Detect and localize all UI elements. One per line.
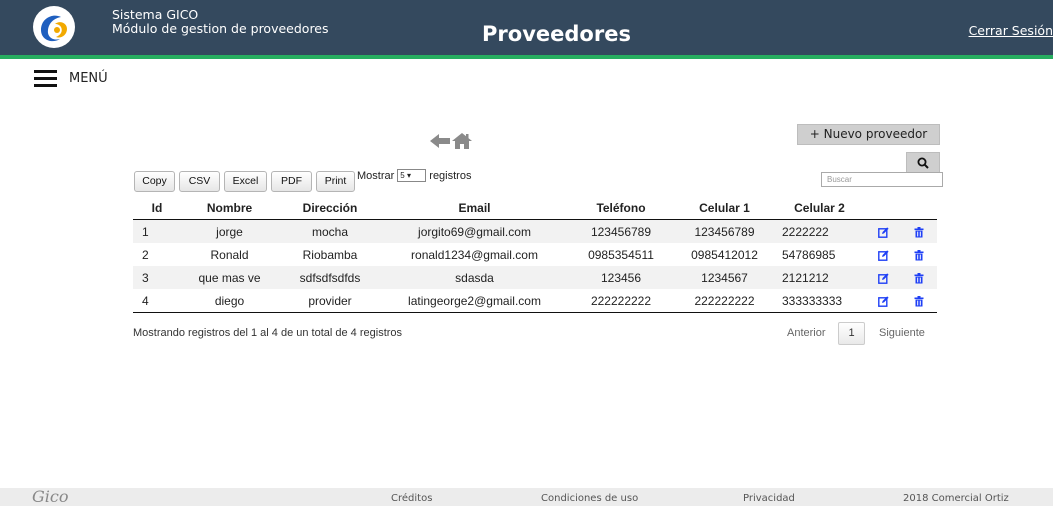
show-suffix: registros <box>429 169 472 182</box>
edit-cell <box>865 243 901 266</box>
table-row: 3 que mas ve sdfsdfsdfds sdasda 123456 1… <box>133 266 937 289</box>
column-header-id[interactable]: Id <box>133 197 181 220</box>
edit-icon[interactable] <box>877 250 889 261</box>
page-length-control: Mostrar 5 ▾ registros <box>357 169 471 182</box>
cell-celular-2: 333333333 <box>774 289 865 313</box>
edit-icon[interactable] <box>877 227 889 238</box>
cell-nombre: Ronald <box>210 247 249 262</box>
cell-email: jorgito69@gmail.com <box>382 219 567 243</box>
top-header: Sistema GICO Módulo de gestion de provee… <box>0 0 1053 59</box>
footer-credits-link[interactable]: Créditos <box>391 493 432 504</box>
excel-button[interactable]: Excel <box>224 171 267 192</box>
show-prefix: Mostrar <box>357 169 395 182</box>
delete-cell <box>901 289 937 313</box>
cell-celular-2: 2222222 <box>774 219 865 243</box>
cell-nombre: que mas ve <box>181 266 278 289</box>
footer-terms-link[interactable]: Condiciones de uso <box>541 493 638 504</box>
new-provider-button[interactable]: + Nuevo proveedor <box>797 124 940 145</box>
table-info: Mostrando registros del 1 al 4 de un tot… <box>133 327 403 339</box>
column-header-direccion[interactable]: Dirección <box>278 197 382 220</box>
cell-direccion: provider <box>278 289 382 313</box>
search-button[interactable] <box>906 152 940 173</box>
edit-cell <box>865 266 901 289</box>
trash-icon[interactable] <box>914 226 924 238</box>
back-arrow-icon <box>430 134 450 148</box>
cell-nombre: jorge <box>181 219 278 243</box>
cell-celular-2: 54786985 <box>782 247 836 262</box>
column-header-edit <box>865 197 901 220</box>
providers-table: Id Nombre Dirección Email Teléfono Celul… <box>133 197 937 313</box>
cell-direccion: Riobamba <box>302 247 358 262</box>
cell-direccion: mocha <box>278 219 382 243</box>
cell-email: latingeorge2@gmail.com <box>382 289 567 313</box>
print-button[interactable]: Print <box>316 171 355 192</box>
cell-email: sdasda <box>382 266 567 289</box>
delete-cell <box>901 266 937 289</box>
column-header-telefono[interactable]: Teléfono <box>567 197 675 220</box>
search-icon <box>917 157 929 169</box>
column-header-celular-1[interactable]: Celular 1 <box>675 197 774 220</box>
cell-celular-1: 123456789 <box>675 219 774 243</box>
cell-celular-2: 2121212 <box>774 266 865 289</box>
cell-id: 2 <box>142 247 149 262</box>
table-header-row: Id Nombre Dirección Email Teléfono Celul… <box>133 197 937 220</box>
cell-id: 1 <box>133 219 181 243</box>
cell-email: ronald1234@gmail.com <box>411 247 538 262</box>
column-header-celular-2[interactable]: Celular 2 <box>774 197 865 220</box>
cell-celular-1: 1234567 <box>675 266 774 289</box>
footer: Gico Créditos Condiciones de uso Privaci… <box>0 487 1053 506</box>
cell-telefono: 123456789 <box>567 219 675 243</box>
cell-celular-1: 222222222 <box>675 289 774 313</box>
logout-link[interactable]: Cerrar Sesión <box>969 23 1053 38</box>
pdf-button[interactable]: PDF <box>271 171 312 192</box>
footer-copyright: 2018 Comercial Ortiz <box>903 493 1009 504</box>
column-header-delete <box>901 197 937 220</box>
cell-nombre: diego <box>181 289 278 313</box>
copy-button[interactable]: Copy <box>134 171 175 192</box>
footer-logo: Gico <box>32 487 69 506</box>
cell-telefono: 123456 <box>567 266 675 289</box>
chevron-down-icon: ▾ <box>406 171 411 180</box>
menu-toggle[interactable]: MENÚ <box>34 70 108 87</box>
trash-icon[interactable] <box>914 249 924 261</box>
cell-direccion: sdfsdfsdfds <box>278 266 382 289</box>
table-row: 4 diego provider latingeorge2@gmail.com … <box>133 289 937 313</box>
column-header-nombre[interactable]: Nombre <box>181 197 278 220</box>
menu-label: MENÚ <box>69 71 108 86</box>
table-row: 1 jorge mocha jorgito69@gmail.com 123456… <box>133 219 937 243</box>
page-1-button[interactable]: 1 <box>838 322 865 345</box>
delete-cell <box>901 243 937 266</box>
csv-button[interactable]: CSV <box>179 171 220 192</box>
next-page-button[interactable]: Siguiente <box>879 327 925 339</box>
delete-cell <box>901 219 937 243</box>
system-name: Sistema GICO <box>112 7 199 22</box>
previous-page-button[interactable]: Anterior <box>787 327 826 339</box>
cell-id: 3 <box>133 266 181 289</box>
page-title: Proveedores <box>482 22 631 46</box>
page-length-value: 5 <box>400 171 405 180</box>
hamburger-menu-icon <box>34 70 57 87</box>
table-row: 2 Ronald Riobamba ronald1234@gmail.com 0… <box>133 243 937 266</box>
cell-telefono: 222222222 <box>567 289 675 313</box>
footer-privacy-link[interactable]: Privacidad <box>743 493 795 504</box>
home-icon <box>452 133 472 149</box>
cell-celular-1: 0985412012 <box>691 247 758 262</box>
column-header-email[interactable]: Email <box>382 197 567 220</box>
page-length-select[interactable]: 5 ▾ <box>397 169 427 182</box>
search-input[interactable] <box>821 172 943 187</box>
edit-cell <box>865 289 901 313</box>
edit-icon[interactable] <box>877 273 889 284</box>
edit-icon[interactable] <box>877 296 889 307</box>
trash-icon[interactable] <box>914 295 924 307</box>
edit-cell <box>865 219 901 243</box>
cell-id: 4 <box>133 289 181 313</box>
trash-icon[interactable] <box>914 272 924 284</box>
cell-telefono: 0985354511 <box>588 247 654 262</box>
page-title-wrapper: Proveedores <box>0 22 1053 46</box>
back-home-button[interactable] <box>430 131 474 151</box>
